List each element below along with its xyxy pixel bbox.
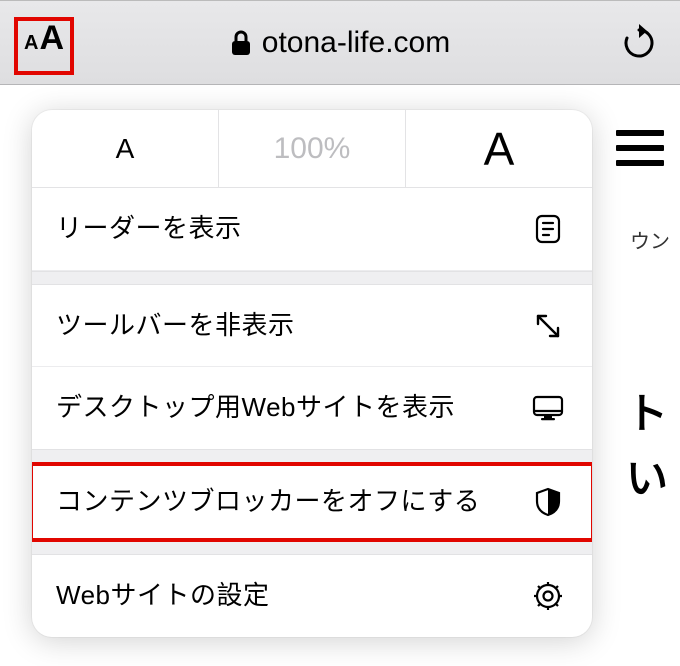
text-size-big-a: A	[39, 19, 64, 58]
shield-icon	[530, 487, 566, 517]
menu-item-desktop-site[interactable]: デスクトップ用Webサイトを表示	[32, 367, 592, 449]
lock-icon	[230, 29, 252, 57]
hamburger-bar	[616, 160, 664, 166]
url-domain-text: otona-life.com	[262, 26, 450, 60]
hamburger-bar	[616, 130, 664, 136]
text-size-button[interactable]: A A	[14, 19, 74, 77]
menu-separator	[32, 271, 592, 285]
zoom-percent-label: 100%	[274, 132, 351, 166]
menu-separator	[32, 541, 592, 555]
url-display[interactable]: otona-life.com	[0, 26, 680, 60]
text-size-popover: A 100% A リーダーを表示 ツールバーを非表示	[32, 110, 592, 637]
zoom-out-label: A	[116, 133, 135, 165]
background-text-fragment: ト	[626, 380, 668, 441]
zoom-out-button[interactable]: A	[32, 110, 219, 187]
menu-item-hide-toolbar[interactable]: ツールバーを非表示	[32, 285, 592, 368]
hamburger-menu-button[interactable]	[616, 121, 664, 175]
menu-item-content-blocker-off[interactable]: コンテンツブロッカーをオフにする	[32, 463, 592, 541]
desktop-icon	[530, 394, 566, 422]
gear-icon	[530, 581, 566, 611]
expand-icon	[530, 312, 566, 340]
background-text-fragment: い	[626, 445, 668, 506]
menu-item-label: Webサイトの設定	[56, 577, 530, 615]
address-bar: A A otona-life.com	[0, 0, 680, 85]
zoom-in-button[interactable]: A	[406, 110, 592, 187]
reload-icon	[622, 24, 656, 62]
background-text-fragment: ウン	[630, 225, 670, 254]
menu-item-show-reader[interactable]: リーダーを表示	[32, 188, 592, 271]
menu-item-label: デスクトップ用Webサイトを表示	[56, 389, 530, 427]
text-size-small-a: A	[24, 32, 38, 55]
menu-item-label: リーダーを表示	[56, 210, 530, 248]
reader-icon	[530, 214, 566, 244]
zoom-controls-row: A 100% A	[32, 110, 592, 188]
menu-item-label: ツールバーを非表示	[56, 307, 530, 345]
menu-separator	[32, 449, 592, 463]
zoom-in-label: A	[484, 122, 515, 176]
menu-item-site-settings[interactable]: Webサイトの設定	[32, 555, 592, 637]
menu-item-label: コンテンツブロッカーをオフにする	[56, 483, 530, 521]
zoom-percent-display[interactable]: 100%	[219, 110, 406, 187]
reload-button[interactable]	[622, 1, 656, 84]
hamburger-bar	[616, 145, 664, 151]
